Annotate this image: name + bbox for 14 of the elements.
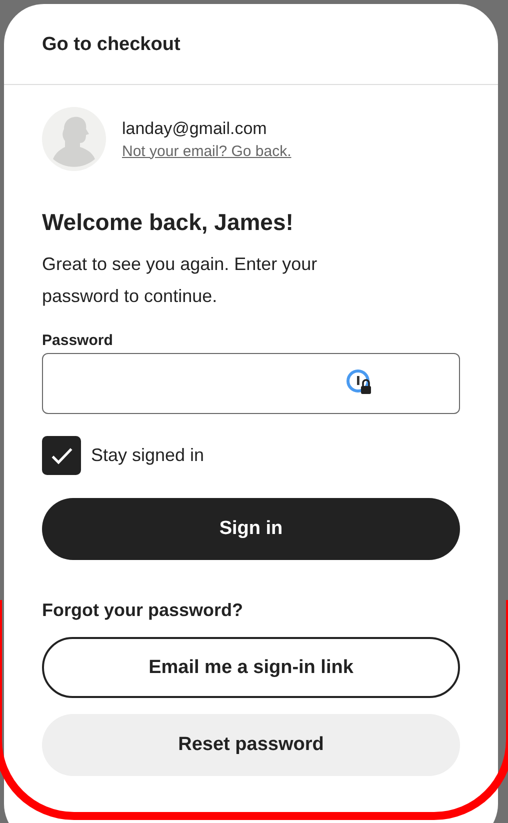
email-link-button[interactable]: Email me a sign-in link bbox=[42, 637, 460, 698]
account-email: landay@gmail.com bbox=[122, 118, 268, 138]
password-label: Password bbox=[42, 332, 114, 349]
forgot-password-heading: Forgot your password? bbox=[42, 600, 244, 621]
stay-signed-in-label: Stay signed in bbox=[91, 445, 204, 466]
reset-password-button[interactable]: Reset password bbox=[42, 714, 460, 776]
welcome-message: Great to see you again. Enter your password to continue. bbox=[42, 253, 318, 308]
stay-signed-in-checkbox[interactable] bbox=[42, 436, 81, 475]
sign-in-button[interactable]: Sign in bbox=[42, 498, 460, 560]
go-back-link[interactable]: Not your email? Go back. bbox=[122, 142, 292, 160]
password-field[interactable] bbox=[42, 353, 460, 414]
welcome-heading: Welcome back, James! bbox=[42, 209, 294, 236]
dialog-title: Go to checkout bbox=[42, 34, 180, 56]
avatar-silhouette-icon bbox=[42, 107, 106, 171]
